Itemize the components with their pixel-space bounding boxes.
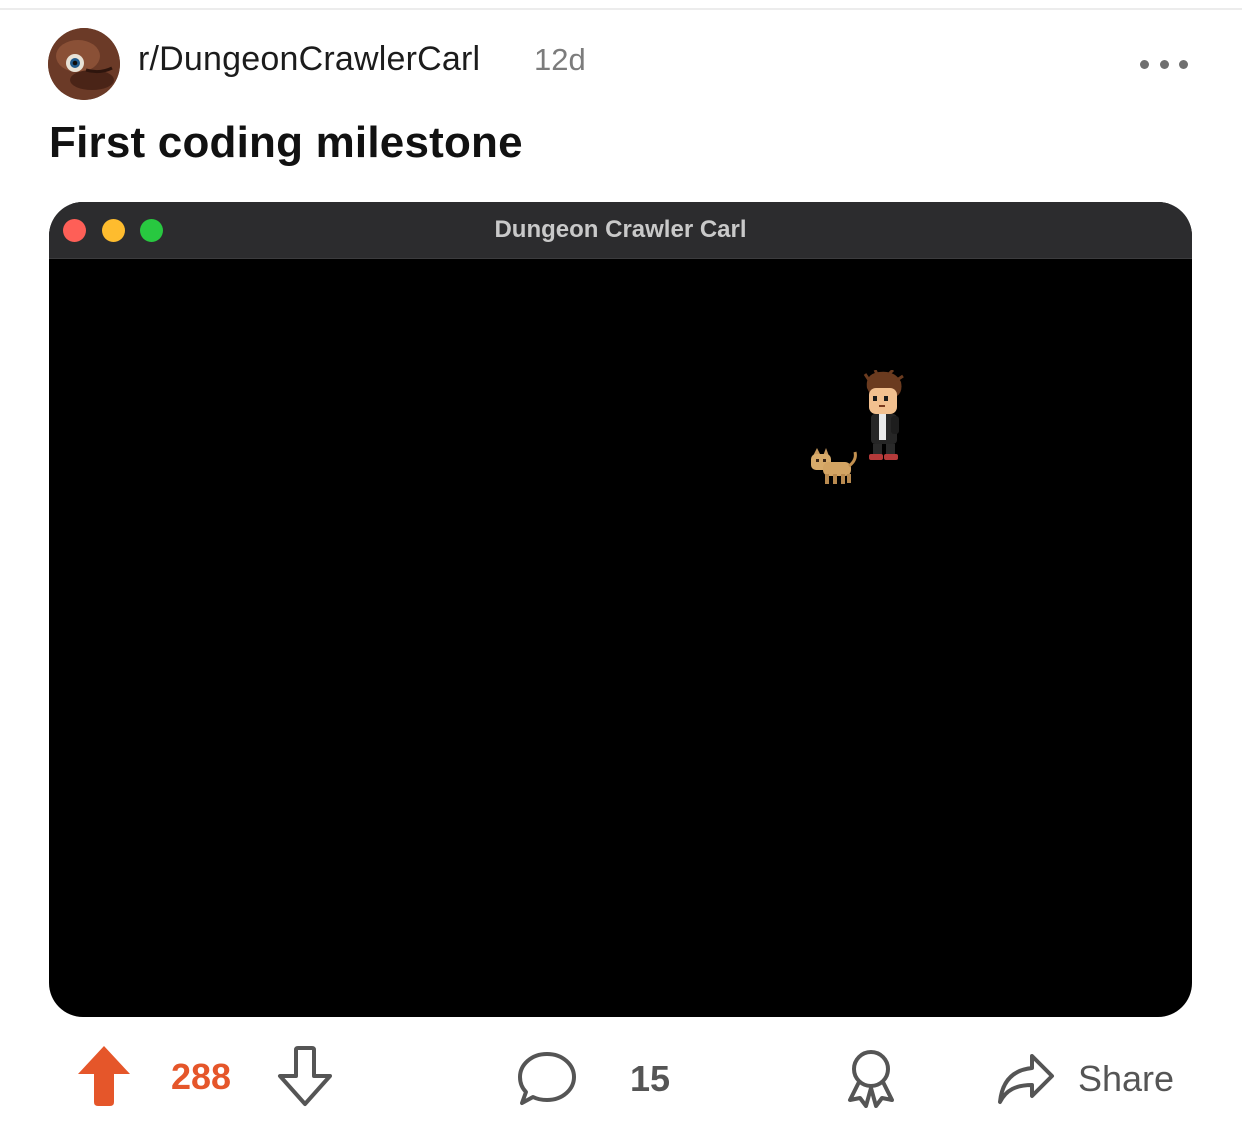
post-title[interactable]: First coding milestone bbox=[49, 118, 523, 168]
upvote-count: 288 bbox=[171, 1056, 232, 1097]
more-dot bbox=[1159, 59, 1169, 69]
subreddit-avatar[interactable] bbox=[48, 28, 120, 100]
more-dot bbox=[1140, 59, 1149, 69]
player-sprite bbox=[863, 370, 904, 460]
share-arrow-icon bbox=[998, 1054, 1054, 1104]
award-button[interactable] bbox=[842, 1048, 900, 1108]
avatar-image bbox=[48, 28, 120, 100]
more-dot bbox=[1179, 59, 1188, 69]
share-button[interactable]: Share bbox=[996, 1052, 1174, 1106]
comment-button[interactable] bbox=[516, 1050, 578, 1108]
downvote-arrow-icon bbox=[278, 1046, 332, 1106]
post-age: 12d bbox=[534, 42, 586, 77]
comment-bubble-icon bbox=[518, 1052, 576, 1105]
top-divider bbox=[0, 8, 1242, 10]
post-media[interactable]: Dungeon Crawler Carl bbox=[49, 202, 1192, 1017]
window-title: Dungeon Crawler Carl bbox=[494, 216, 747, 243]
upvote-button[interactable] bbox=[76, 1044, 132, 1106]
share-label: Share bbox=[1078, 1058, 1175, 1099]
downvote-button[interactable] bbox=[276, 1046, 334, 1108]
post-actions: 288 15 Share bbox=[0, 1040, 1242, 1120]
cat-sprite bbox=[811, 448, 857, 484]
window-titlebar: Dungeon Crawler Carl bbox=[49, 202, 1192, 259]
more-horizontal-icon[interactable] bbox=[1140, 52, 1188, 76]
comment-count: 15 bbox=[630, 1058, 671, 1099]
upvote-arrow-icon bbox=[78, 1046, 130, 1106]
award-icon bbox=[848, 1050, 894, 1108]
subreddit-name[interactable]: r/DungeonCrawlerCarl bbox=[138, 40, 480, 79]
